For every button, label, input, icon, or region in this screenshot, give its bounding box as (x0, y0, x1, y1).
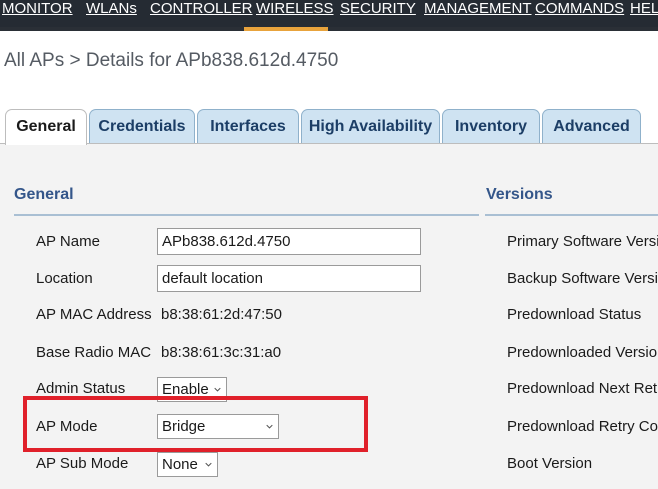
primary-software-version-label: Primary Software Version (507, 233, 658, 250)
nav-commands[interactable]: COMMANDS (535, 0, 624, 20)
admin-status-label: Admin Status (36, 380, 126, 397)
ap-sub-mode-select[interactable]: None (157, 452, 218, 477)
nav-controller[interactable]: CONTROLLER (150, 0, 253, 20)
predownload-status-label: Predownload Status (507, 306, 642, 323)
tab-interfaces[interactable]: Interfaces (197, 109, 299, 143)
base-radio-mac-value: b8:38:61:3c:31:a0 (161, 344, 282, 361)
location-label: Location (36, 270, 93, 287)
nav-management[interactable]: MANAGEMENT (424, 0, 532, 20)
chevron-down-icon (214, 387, 221, 392)
ap-mode-selected-value: Bridge (162, 418, 206, 435)
ap-name-label: AP Name (36, 233, 100, 250)
base-radio-mac-label: Base Radio MAC (36, 344, 152, 361)
ap-sub-mode-selected-value: None (162, 456, 198, 473)
ap-name-field[interactable] (157, 228, 421, 255)
tab-general[interactable]: General (5, 109, 87, 145)
nav-active-indicator (244, 27, 328, 31)
general-section-divider (14, 214, 479, 216)
nav-wireless[interactable]: WIRELESS (256, 0, 334, 20)
versions-section-heading: Versions (486, 186, 553, 203)
tab-advanced[interactable]: Advanced (542, 109, 641, 143)
admin-status-select[interactable]: Enable (157, 377, 227, 402)
ap-mac-address-value: b8:38:61:2d:47:50 (161, 306, 282, 323)
predownload-retry-count-label: Predownload Retry Count (507, 418, 658, 435)
page-title: All APs > Details for APb838.612d.4750 (4, 50, 339, 71)
chevron-down-icon (266, 424, 273, 429)
boot-version-label: Boot Version (507, 455, 593, 472)
predownload-next-retry-label: Predownload Next Retry T (507, 380, 658, 397)
ap-sub-mode-label: AP Sub Mode (36, 455, 129, 472)
tab-high-availability[interactable]: High Availability (301, 109, 440, 143)
page: MONITOR WLANs CONTROLLER WIRELESS SECURI… (0, 0, 658, 489)
nav-security[interactable]: SECURITY (340, 0, 416, 20)
predownloaded-version-label: Predownloaded Version (507, 344, 658, 361)
location-field[interactable] (157, 265, 421, 292)
backup-software-version-label: Backup Software Version (507, 270, 658, 287)
nav-monitor[interactable]: MONITOR (2, 0, 73, 20)
top-navigation-bar: MONITOR WLANs CONTROLLER WIRELESS SECURI… (0, 0, 658, 27)
ap-mode-label: AP Mode (36, 418, 98, 435)
general-section-heading: General (14, 186, 74, 203)
ap-mode-select[interactable]: Bridge (157, 414, 279, 439)
chevron-down-icon (205, 462, 212, 467)
nav-wlans[interactable]: WLANs (86, 0, 137, 20)
nav-bottom-strip (0, 27, 658, 31)
tab-inventory[interactable]: Inventory (442, 109, 540, 143)
nav-help[interactable]: HEL (630, 0, 658, 20)
ap-mac-address-label: AP MAC Address (36, 306, 152, 323)
tab-credentials[interactable]: Credentials (89, 109, 195, 143)
admin-status-selected-value: Enable (162, 381, 209, 398)
versions-section-divider (485, 214, 658, 216)
